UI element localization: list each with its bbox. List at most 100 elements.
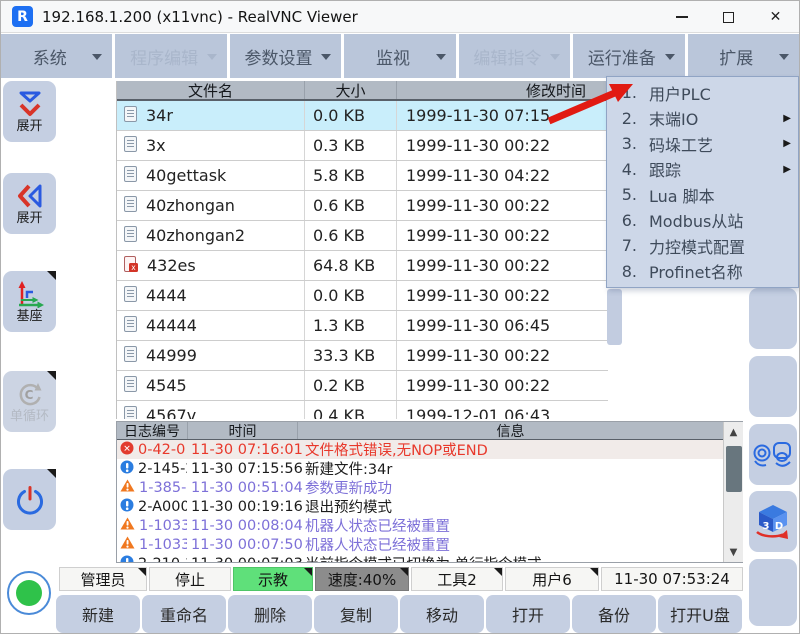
file-name: 40zhongan2 bbox=[146, 226, 245, 245]
action-button-打开[interactable]: 打开 bbox=[486, 595, 570, 633]
menu-item-run-prepare[interactable]: 运行准备 bbox=[573, 34, 684, 78]
column-header-log-time[interactable]: 时间 bbox=[187, 422, 297, 439]
status-indicator[interactable] bbox=[7, 571, 51, 615]
action-button-重命名[interactable]: 重命名 bbox=[142, 595, 226, 633]
close-button[interactable]: ✕ bbox=[752, 1, 799, 33]
file-size: 0.6 KB bbox=[304, 221, 396, 250]
toolbar-base-frame[interactable]: 基座 bbox=[3, 271, 56, 332]
menu-item-label: 编辑指令 bbox=[473, 44, 541, 69]
status-user-frame[interactable]: 用户6 bbox=[505, 567, 599, 591]
toolbar-view-3d[interactable]: 3D bbox=[749, 491, 797, 552]
file-name: 40zhongan bbox=[146, 196, 235, 215]
status-mode[interactable]: 示教 bbox=[233, 567, 313, 591]
column-header-log-message[interactable]: 信息 bbox=[297, 422, 723, 439]
menu-option-number: 4. bbox=[607, 160, 637, 179]
status-tool[interactable]: 工具2 bbox=[411, 567, 503, 591]
action-button-打开U盘[interactable]: 打开U盘 bbox=[658, 595, 742, 633]
toolbar-blank-3[interactable] bbox=[749, 559, 797, 626]
menu-option-label: 末端IO bbox=[649, 106, 698, 130]
chevron-down-icon bbox=[207, 54, 217, 65]
menu-option-Profinet名称[interactable]: 8.Profinet名称 bbox=[607, 259, 798, 285]
toolbar-expand-down[interactable]: 展开 bbox=[3, 81, 56, 142]
log-row[interactable]: 1-385-111-30 00:51:04参数更新成功 bbox=[117, 478, 723, 497]
file-row[interactable]: 3x0.3 KB1999-11-30 00:22 bbox=[117, 131, 608, 161]
file-row[interactable]: 34r0.0 KB1999-11-30 07:15 bbox=[117, 101, 608, 131]
action-button-复制[interactable]: 复制 bbox=[314, 595, 398, 633]
file-row[interactable]: 40zhongan0.6 KB1999-11-30 00:22 bbox=[117, 191, 608, 221]
menu-option-label: Lua 脚本 bbox=[649, 183, 715, 207]
log-message: 参数更新成功 bbox=[297, 478, 723, 497]
maximize-button[interactable] bbox=[705, 1, 752, 33]
file-size: 5.8 KB bbox=[304, 161, 396, 190]
file-row[interactable]: x432es64.8 KB1999-11-30 00:22 bbox=[117, 251, 608, 281]
menu-option-力控模式配置[interactable]: 7.力控模式配置 bbox=[607, 233, 798, 259]
file-table-scrollbar-thumb[interactable] bbox=[607, 289, 622, 345]
file-row[interactable]: 4567v0.4 KB1999-12-01 06:43 bbox=[117, 401, 608, 419]
svg-text:x: x bbox=[131, 263, 136, 272]
action-button-备份[interactable]: 备份 bbox=[572, 595, 656, 633]
menu-option-Modbus从站[interactable]: 6.Modbus从站 bbox=[607, 208, 798, 234]
action-button-新建[interactable]: 新建 bbox=[56, 595, 140, 633]
log-message: 退出预约模式 bbox=[297, 497, 723, 516]
info-icon bbox=[120, 498, 134, 516]
log-row[interactable]: 1-1033-311-30 00:07:50机器人状态已经被重置 bbox=[117, 535, 723, 554]
file-size: 0.2 KB bbox=[304, 371, 396, 400]
info-icon bbox=[120, 555, 134, 564]
toolbar-power[interactable] bbox=[3, 469, 56, 530]
minimize-button[interactable] bbox=[658, 1, 705, 33]
file-name: 432es bbox=[147, 256, 196, 275]
file-name-cell: 44444 bbox=[117, 311, 304, 340]
file-size: 0.6 KB bbox=[304, 191, 396, 220]
log-time: 11-30 00:51:04 bbox=[187, 478, 297, 497]
menu-option-label: Profinet名称 bbox=[649, 259, 743, 283]
file-icon bbox=[124, 316, 137, 336]
file-row[interactable]: 40gettask5.8 KB1999-11-30 04:22 bbox=[117, 161, 608, 191]
log-time: 11-30 00:07:50 bbox=[187, 535, 297, 554]
file-modified: 1999-11-30 00:22 bbox=[396, 371, 608, 400]
file-row[interactable]: 44440.0 KB1999-11-30 00:22 bbox=[117, 281, 608, 311]
file-row[interactable]: 45450.2 KB1999-11-30 00:22 bbox=[117, 371, 608, 401]
log-row[interactable]: 2-210-211-30 00:07:03当前指令模式已切换为 单行指令模式 bbox=[117, 554, 723, 563]
log-scrollbar-thumb[interactable] bbox=[726, 446, 742, 492]
file-table-header: 文件名 大小 修改时间 bbox=[117, 81, 608, 101]
scroll-down-icon[interactable]: ▼ bbox=[724, 544, 743, 560]
column-header-size[interactable]: 大小 bbox=[304, 81, 396, 99]
menu-option-码垛工艺[interactable]: 3.码垛工艺▶ bbox=[607, 131, 798, 157]
log-row[interactable]: 2-A000-011-30 00:19:16退出预约模式 bbox=[117, 497, 723, 516]
log-id: 2-A000-0 bbox=[138, 499, 187, 515]
menu-option-label: 用户PLC bbox=[649, 81, 711, 105]
menu-option-Lua 脚本[interactable]: 5.Lua 脚本 bbox=[607, 182, 798, 208]
toolbar-pendant[interactable] bbox=[749, 424, 797, 485]
file-row[interactable]: 40zhongan20.6 KB1999-11-30 00:22 bbox=[117, 221, 608, 251]
action-button-移动[interactable]: 移动 bbox=[400, 595, 484, 633]
scroll-up-icon[interactable]: ▲ bbox=[724, 424, 743, 440]
info-icon bbox=[120, 460, 134, 478]
file-row[interactable]: 4499933.3 KB1999-11-30 00:22 bbox=[117, 341, 608, 371]
toolbar-blank-1[interactable] bbox=[749, 288, 797, 349]
chevron-down-icon bbox=[779, 54, 789, 65]
log-row[interactable]: 1-1033-311-30 00:08:04机器人状态已经被重置 bbox=[117, 516, 723, 535]
file-modified: 1999-11-30 04:22 bbox=[396, 161, 608, 190]
file-name: 4444 bbox=[146, 286, 187, 305]
action-button-删除[interactable]: 删除 bbox=[228, 595, 312, 633]
log-scrollbar[interactable]: ▲ ▼ bbox=[723, 422, 743, 562]
menu-item-param-settings[interactable]: 参数设置 bbox=[230, 34, 341, 78]
status-run-state[interactable]: 停止 bbox=[149, 567, 231, 591]
status-speed[interactable]: 速度:40% bbox=[315, 567, 409, 591]
file-error-icon: x bbox=[124, 256, 138, 276]
column-header-log-id[interactable]: 日志编号 bbox=[117, 422, 187, 439]
column-header-filename[interactable]: 文件名 bbox=[117, 81, 304, 99]
file-name-cell: 40gettask bbox=[117, 161, 304, 190]
file-row[interactable]: 444441.3 KB1999-11-30 06:45 bbox=[117, 311, 608, 341]
log-row[interactable]: ✕0-42-011-30 07:16:01文件格式错误,无NOP或END bbox=[117, 440, 723, 459]
log-row[interactable]: 2-145-211-30 07:15:56新建文件:34r bbox=[117, 459, 723, 478]
toolbar-expand-left[interactable]: 展开 bbox=[3, 173, 56, 234]
status-clock[interactable]: 11-30 07:53:24 bbox=[601, 567, 743, 591]
menu-item-monitor[interactable]: 监视 bbox=[344, 34, 455, 78]
threed-icon: 3D bbox=[752, 503, 794, 541]
toolbar-blank-2[interactable] bbox=[749, 356, 797, 417]
menu-item-system[interactable]: 系统 bbox=[1, 34, 112, 78]
menu-item-extension[interactable]: 扩展 bbox=[688, 34, 799, 78]
menu-option-跟踪[interactable]: 4.跟踪▶ bbox=[607, 157, 798, 183]
status-user-level[interactable]: 管理员 bbox=[59, 567, 147, 591]
